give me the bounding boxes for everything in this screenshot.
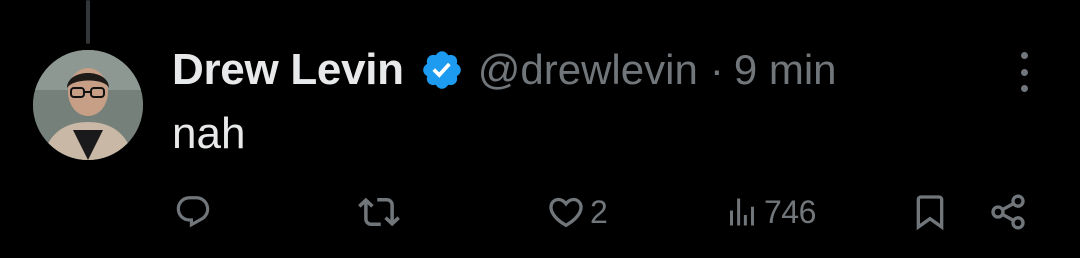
- repost-icon: [358, 197, 400, 227]
- avatar[interactable]: [33, 50, 143, 160]
- action-bar: 2 746: [0, 186, 1080, 238]
- post-timestamp[interactable]: 9 min: [734, 46, 837, 94]
- share-button[interactable]: [988, 186, 1028, 238]
- bookmark-icon: [916, 195, 944, 231]
- more-dot: [1020, 85, 1028, 92]
- like-button[interactable]: 2: [546, 186, 608, 238]
- header-separator: ·: [709, 46, 724, 93]
- heart-icon: [549, 197, 583, 228]
- like-count: 2: [590, 193, 608, 230]
- more-options-icon[interactable]: [1008, 52, 1040, 92]
- author-display-name[interactable]: Drew Levin: [172, 45, 404, 95]
- author-handle[interactable]: @drewlevin: [478, 46, 698, 94]
- more-dot: [1020, 52, 1028, 59]
- views-count: 746: [764, 193, 816, 230]
- post-header: Drew Levin @drewlevin · 9 min: [172, 42, 837, 98]
- verified-badge-icon[interactable]: [420, 48, 464, 92]
- views-button[interactable]: 746: [724, 186, 816, 238]
- bookmark-button[interactable]: [910, 186, 950, 238]
- repost-button[interactable]: [358, 186, 400, 238]
- thread-connector-line: [86, 0, 90, 44]
- views-icon: [730, 198, 754, 226]
- avatar-image: [33, 50, 143, 160]
- reply-button[interactable]: [174, 186, 212, 238]
- more-dot: [1020, 68, 1028, 76]
- reply-icon: [176, 196, 210, 228]
- post-text: nah: [172, 109, 246, 158]
- share-icon: [991, 194, 1025, 230]
